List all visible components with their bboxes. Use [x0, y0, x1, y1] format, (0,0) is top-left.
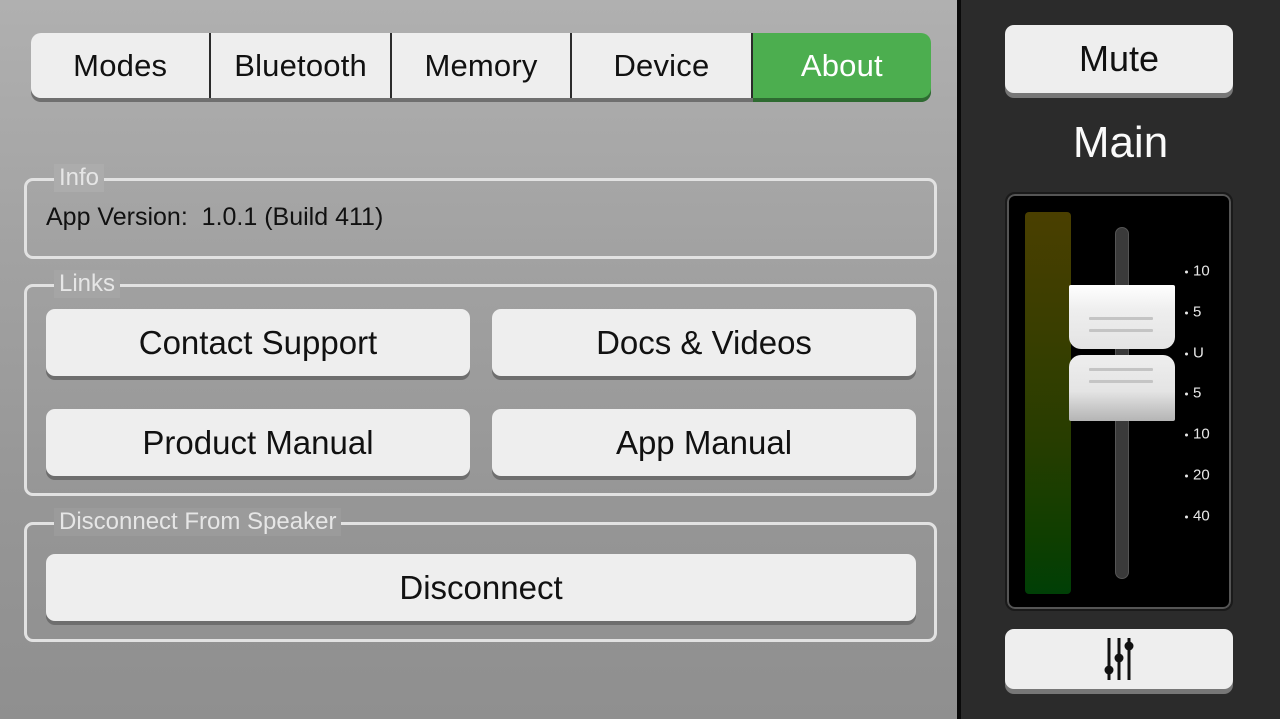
- tab-about[interactable]: About: [752, 33, 932, 98]
- app-version-label: App Version:: [46, 203, 188, 231]
- scale-mark: 5: [1185, 304, 1201, 321]
- contact-support-button[interactable]: Contact Support: [46, 309, 470, 376]
- fader-knob[interactable]: [1069, 285, 1175, 423]
- sliders-icon: [1104, 638, 1134, 680]
- tab-bar: Modes Bluetooth Memory Device About: [31, 33, 932, 98]
- scale-mark: 10: [1185, 426, 1210, 443]
- tab-memory[interactable]: Memory: [391, 33, 573, 98]
- channel-name: Main: [1072, 118, 1169, 167]
- mixer-settings-button[interactable]: [1005, 629, 1233, 689]
- disconnect-legend: Disconnect From Speaker: [54, 508, 342, 536]
- app-version: App Version: 1.0.1 (Build 411): [46, 203, 383, 232]
- tab-bluetooth[interactable]: Bluetooth: [211, 33, 392, 98]
- scale-mark: 40: [1185, 508, 1210, 525]
- info-group: Info App Version: 1.0.1 (Build 411): [24, 164, 937, 259]
- disconnect-button[interactable]: Disconnect: [46, 554, 916, 621]
- links-legend: Links: [54, 270, 121, 298]
- tab-device[interactable]: Device: [572, 33, 753, 98]
- docs-videos-button[interactable]: Docs & Videos: [492, 309, 916, 376]
- links-group: Links Contact Support Docs & Videos Prod…: [24, 270, 937, 496]
- mute-button[interactable]: Mute: [1005, 25, 1233, 93]
- app-manual-button[interactable]: App Manual: [492, 409, 916, 476]
- grip-line: [1089, 317, 1153, 320]
- scale-mark: 5: [1185, 385, 1201, 402]
- grip-line: [1089, 329, 1153, 332]
- product-manual-button[interactable]: Product Manual: [46, 409, 470, 476]
- channel-sidebar: Mute Main 10 5 U 5 10 20 40: [961, 0, 1280, 719]
- fader-panel: 10 5 U 5 10 20 40: [1005, 192, 1233, 611]
- disconnect-group: Disconnect From Speaker Disconnect: [24, 508, 937, 642]
- scale-mark: 20: [1185, 467, 1210, 484]
- main-panel: Modes Bluetooth Memory Device About Info…: [0, 0, 957, 719]
- grip-line: [1089, 380, 1153, 383]
- scale-mark: 10: [1185, 263, 1210, 280]
- level-meter: [1025, 212, 1071, 594]
- info-legend: Info: [54, 164, 105, 192]
- fader-knob-top: [1069, 285, 1175, 349]
- app-version-value: 1.0.1 (Build 411): [201, 203, 384, 231]
- scale-mark: U: [1185, 345, 1204, 362]
- fader-knob-bottom: [1069, 355, 1175, 421]
- tab-modes[interactable]: Modes: [31, 33, 212, 98]
- grip-line: [1089, 368, 1153, 371]
